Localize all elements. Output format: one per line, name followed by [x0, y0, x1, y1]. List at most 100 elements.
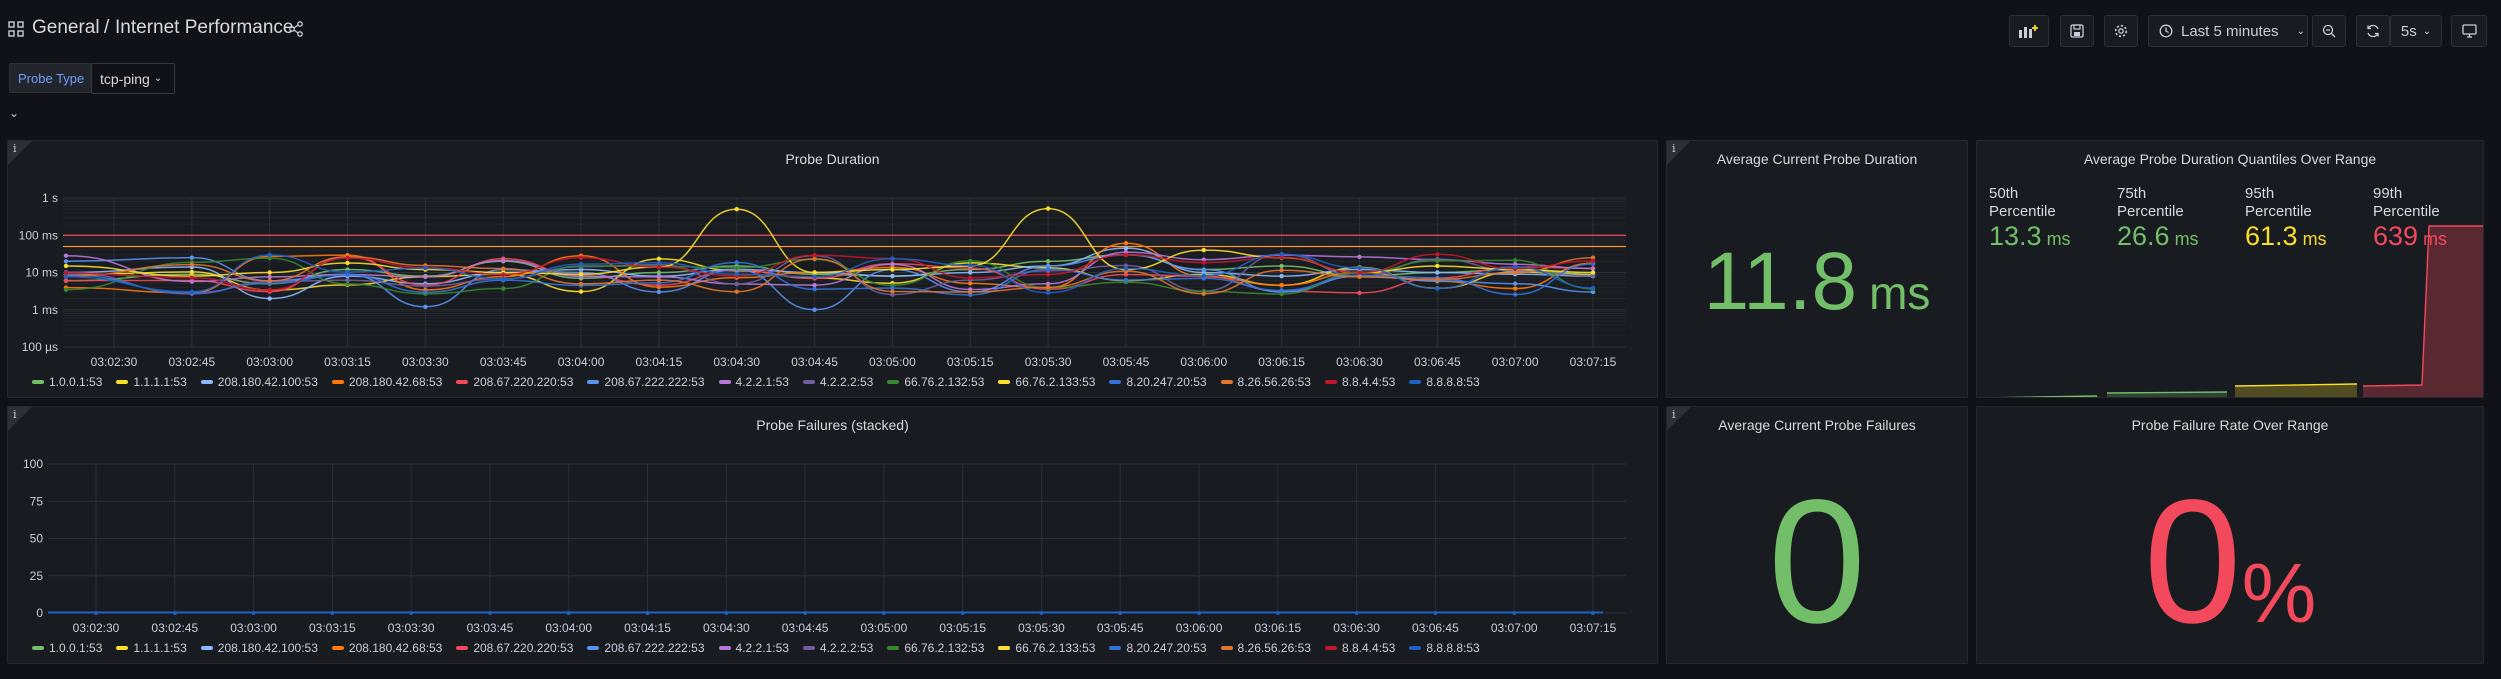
legend-item[interactable]: 208.180.42.100:53: [200, 375, 318, 389]
legend-item[interactable]: 8.26.56.26:53: [1220, 641, 1311, 655]
time-range-picker[interactable]: Last 5 minutes ⌄: [2148, 15, 2308, 47]
series-point: [1279, 252, 1284, 257]
series-point: [1512, 611, 1517, 615]
tv-mode-button[interactable]: [2451, 15, 2487, 47]
series-point: [1435, 263, 1440, 269]
legend-item[interactable]: 208.67.220.220:53: [456, 375, 573, 389]
legend-label: 208.180.42.68:53: [348, 641, 443, 655]
legend-item[interactable]: 208.180.42.68:53: [331, 375, 442, 389]
x-tick-label: 03:06:00: [1180, 355, 1227, 369]
legend-item[interactable]: 4.2.2.2:53: [802, 641, 873, 655]
panel-title: Average Current Probe Failures: [1718, 417, 1916, 433]
legend-label: 208.180.42.100:53: [217, 375, 318, 389]
legend-swatch: [200, 380, 213, 384]
series-point: [267, 296, 272, 301]
variable-select-probe-type[interactable]: tcp-ping ⌄: [91, 63, 175, 94]
legend-item[interactable]: 8.26.56.26:53: [1220, 375, 1311, 389]
series-point: [1512, 281, 1518, 286]
legend-item[interactable]: 66.76.2.132:53: [887, 641, 984, 655]
legend-item[interactable]: 8.20.247.20:53: [1109, 641, 1207, 655]
series-point: [724, 611, 729, 615]
y-tick-label: 100 ms: [19, 228, 58, 242]
series-point: [656, 260, 662, 265]
share-icon[interactable]: [288, 21, 304, 37]
series-point: [63, 259, 69, 264]
series-point: [1045, 290, 1051, 295]
legend-swatch: [116, 646, 129, 650]
x-tick-label: 03:03:45: [467, 621, 514, 635]
variable-select-value: tcp-ping: [100, 70, 150, 87]
legend-item[interactable]: 1.1.1.1:53: [116, 375, 187, 389]
legend-label: 208.67.222.222:53: [604, 375, 705, 389]
series-point: [501, 286, 506, 291]
series-point: [1591, 611, 1595, 615]
x-tick-label: 03:03:30: [388, 621, 435, 635]
x-tick-label: 03:03:45: [480, 355, 527, 369]
series-point: [656, 277, 662, 283]
page-title[interactable]: Internet Performance: [115, 17, 293, 39]
series-point: [812, 282, 817, 288]
legend-item[interactable]: 66.76.2.132:53: [887, 375, 984, 389]
series-point: [1279, 263, 1284, 269]
legend-swatch: [1220, 646, 1233, 650]
legend-item[interactable]: 66.76.2.133:53: [998, 641, 1095, 655]
series-point: [1045, 272, 1051, 277]
legend-item[interactable]: 1.0.0.1:53: [32, 641, 102, 655]
series-point: [267, 274, 272, 280]
x-tick-label: 03:05:15: [939, 621, 986, 635]
x-tick-label: 03:06:30: [1333, 621, 1380, 635]
dashboard-settings-button[interactable]: [2104, 15, 2138, 47]
legend-swatch: [32, 380, 44, 384]
series-point: [345, 255, 350, 261]
zoom-out-button[interactable]: [2312, 15, 2346, 47]
probe-duration-chart[interactable]: 1 s 100 ms 10 ms 1 ms 100 µs 03:02:30 03:02:45…: [8, 141, 1658, 398]
series-point: [345, 281, 350, 287]
legend-item[interactable]: 4.2.2.1:53: [718, 375, 789, 389]
add-panel-button[interactable]: [2009, 15, 2049, 47]
series-point: [578, 272, 584, 277]
legend-item[interactable]: 1.0.0.1:53: [32, 375, 102, 389]
refresh-button[interactable]: [2356, 15, 2390, 47]
stat-value: 0: [1667, 467, 1967, 657]
legend-item[interactable]: 66.76.2.133:53: [998, 375, 1095, 389]
series-point: [501, 258, 506, 263]
save-dashboard-button[interactable]: [2060, 15, 2094, 47]
series-point: [189, 275, 195, 280]
legend-item[interactable]: 208.67.220.220:53: [456, 641, 573, 655]
collapse-variables-icon[interactable]: ⌄: [9, 106, 19, 120]
legend-item[interactable]: 8.8.4.4:53: [1324, 375, 1395, 389]
series-point: [968, 270, 973, 275]
legend-item[interactable]: 8.20.247.20:53: [1109, 375, 1207, 389]
legend-item[interactable]: 208.67.222.222:53: [587, 641, 705, 655]
legend-swatch: [456, 646, 469, 650]
legend-label: 8.20.247.20:53: [1126, 641, 1207, 655]
series-point: [1354, 611, 1359, 615]
panel-title: Probe Failure Rate Over Range: [2131, 417, 2329, 433]
legend-item[interactable]: 1.1.1.1:53: [116, 641, 187, 655]
y-tick-label: 100 µs: [22, 340, 58, 354]
legend-item[interactable]: 4.2.2.1:53: [718, 641, 789, 655]
series-point: [812, 274, 817, 279]
legend-item[interactable]: 208.180.42.100:53: [200, 641, 318, 655]
probe-failures-chart[interactable]: 100 75 50 25 0 03:02:30 03:02:45 03:03:00 03:03:…: [8, 407, 1658, 664]
series-point: [1201, 260, 1206, 265]
legend-item[interactable]: 8.8.4.4:53: [1324, 641, 1395, 655]
x-tick-label: 03:04:15: [624, 621, 671, 635]
series-point: [501, 276, 506, 282]
x-tick-label: 03:02:30: [73, 621, 120, 635]
legend-item[interactable]: 208.67.222.222:53: [587, 375, 705, 389]
legend-item[interactable]: 208.180.42.68:53: [331, 641, 443, 655]
legend-item[interactable]: 4.2.2.2:53: [802, 375, 873, 389]
series-point: [1275, 611, 1280, 615]
x-tick-label: 03:04:30: [713, 355, 760, 369]
legend-item[interactable]: 8.8.8.8:53: [1409, 641, 1480, 655]
apps-grid-icon[interactable]: [8, 21, 24, 37]
y-tick-label: 0: [36, 606, 43, 620]
legend-label: 208.67.220.220:53: [473, 641, 574, 655]
x-tick-label: 03:02:45: [151, 621, 198, 635]
legend-swatch: [1109, 380, 1122, 384]
breadcrumb-folder[interactable]: General: [32, 17, 100, 39]
legend-item[interactable]: 8.8.8.8:53: [1409, 375, 1480, 389]
legend-label: 66.76.2.133:53: [1015, 375, 1096, 389]
refresh-interval-picker[interactable]: 5s ⌄: [2390, 15, 2442, 47]
